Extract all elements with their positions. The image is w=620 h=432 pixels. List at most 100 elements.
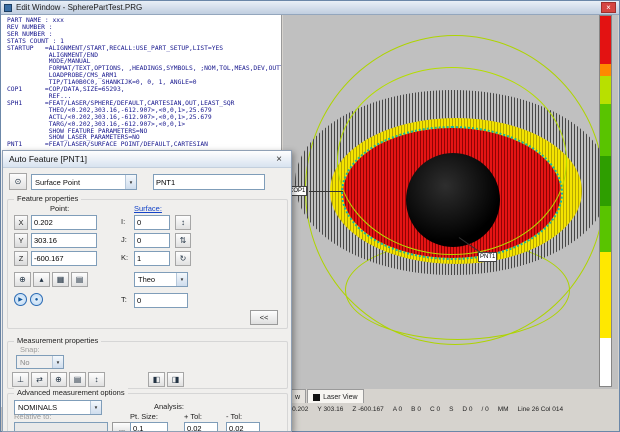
color-scale-segment bbox=[600, 206, 611, 252]
y-axis-tile[interactable]: Y bbox=[14, 233, 28, 248]
read-point-button[interactable]: ⊕ bbox=[14, 272, 31, 287]
record-icon: ● bbox=[35, 297, 39, 303]
k-label: K: bbox=[121, 253, 128, 262]
feature-type-value: Surface Point bbox=[35, 178, 80, 187]
probe-offset-button[interactable]: ⊕ bbox=[50, 372, 67, 387]
filter-left-button[interactable]: ◧ bbox=[148, 372, 165, 387]
view-tab-label: Laser View bbox=[323, 394, 358, 401]
flip-vector-icon: ↕ bbox=[181, 218, 185, 227]
pattern-icon: ▤ bbox=[76, 275, 84, 284]
snap-label: Snap: bbox=[20, 345, 40, 354]
color-scale-segment bbox=[600, 64, 611, 76]
status-field: B 0 bbox=[411, 406, 421, 413]
mesh-button[interactable]: ▤ bbox=[69, 372, 86, 387]
vector-i-input[interactable] bbox=[134, 215, 170, 230]
play-icon: ▶ bbox=[18, 296, 23, 303]
status-field: MM bbox=[498, 406, 509, 413]
relative-to-input[interactable] bbox=[14, 422, 108, 432]
color-scale-segment bbox=[600, 338, 611, 386]
point-z-input[interactable] bbox=[31, 251, 97, 266]
i-label: I: bbox=[121, 217, 125, 226]
plus-tol-input[interactable] bbox=[184, 422, 218, 432]
theo-select[interactable]: Theo ▼ bbox=[134, 272, 188, 287]
status-field: Z -600.167 bbox=[352, 406, 383, 413]
feature-name-input[interactable] bbox=[153, 174, 265, 190]
color-scale-segment bbox=[600, 252, 611, 338]
dialog-close-button[interactable]: × bbox=[273, 154, 285, 165]
sphere-feature bbox=[406, 153, 500, 247]
minus-tol-input[interactable] bbox=[226, 422, 260, 432]
view-tab-laser-view[interactable]: Laser View bbox=[307, 389, 364, 403]
pattern-button[interactable]: ▤ bbox=[71, 272, 88, 287]
pattern-icon: ▤ bbox=[74, 375, 82, 384]
status-field: S bbox=[449, 406, 453, 413]
browse-button[interactable]: ... bbox=[112, 422, 132, 432]
color-scale-segment bbox=[600, 16, 611, 64]
chevron-down-icon: ▼ bbox=[176, 273, 187, 286]
laser-view-icon bbox=[313, 394, 320, 401]
x-axis-tile[interactable]: X bbox=[14, 215, 28, 230]
measurement-properties-label: Measurement properties bbox=[14, 336, 101, 345]
surface-point-icon: ⊙ bbox=[15, 177, 22, 186]
chevron-down-icon: ▼ bbox=[90, 401, 101, 414]
vector-j-input[interactable] bbox=[134, 233, 170, 248]
window-close-button[interactable]: × bbox=[601, 2, 616, 13]
feature-type-icon-button[interactable]: ⊙ bbox=[9, 173, 27, 190]
minus-tol-label: - Tol: bbox=[226, 412, 242, 421]
flip-vector-icon: ↕ bbox=[95, 375, 99, 384]
measurement-properties-group: Measurement properties Snap: No ▼ ⊥ ⇄ ⊕ … bbox=[7, 341, 288, 389]
status-field: / 0 bbox=[482, 406, 489, 413]
grid-button[interactable]: ▦ bbox=[52, 272, 69, 287]
point-density-button[interactable]: ⊥ bbox=[12, 372, 29, 387]
chevron-down-icon: ▼ bbox=[52, 356, 63, 368]
window-title: Edit Window - SpherePartTest.PRG bbox=[16, 3, 142, 12]
measure-now-button[interactable]: ▶ bbox=[14, 293, 27, 306]
vector-mode-button[interactable]: ↕ bbox=[88, 372, 105, 387]
color-scale bbox=[599, 15, 612, 387]
filter-right-button[interactable]: ◨ bbox=[167, 372, 184, 387]
pnt1-label[interactable]: PNT1 bbox=[478, 252, 497, 262]
scan-direction-button[interactable]: ⇄ bbox=[31, 372, 48, 387]
color-scale-segment bbox=[600, 156, 611, 206]
collapse-button[interactable]: << bbox=[250, 310, 278, 325]
status-field: A 0 bbox=[393, 406, 402, 413]
record-button[interactable]: ● bbox=[30, 293, 43, 306]
z-axis-tile[interactable]: Z bbox=[14, 251, 28, 266]
perpendicular-icon: ⊥ bbox=[17, 375, 24, 384]
status-field: D 0 bbox=[462, 406, 472, 413]
editor-line: PNT1 =FEAT/LASER/SURFACE POINT/DEFAULT,C… bbox=[7, 142, 281, 149]
rotate-vector-icon: ↻ bbox=[180, 254, 187, 263]
point-x-input[interactable] bbox=[31, 215, 97, 230]
pt-size-label: Pt. Size: bbox=[130, 412, 158, 421]
swap-icon: ⇄ bbox=[36, 375, 43, 384]
app-icon bbox=[4, 4, 12, 12]
nominals-value: NOMINALS bbox=[18, 403, 57, 412]
cop1-leader-line bbox=[309, 191, 343, 192]
t-input[interactable] bbox=[134, 293, 188, 308]
feature-properties-label: Feature properties bbox=[14, 194, 81, 203]
view-tabs: wLaser View bbox=[289, 389, 364, 403]
t-label: T: bbox=[121, 295, 127, 304]
status-bar: X 0.202Y 303.16Z -600.167A 0B 0C 0SD 0/ … bbox=[286, 403, 618, 415]
analysis-label: Analysis: bbox=[154, 402, 184, 411]
dialog-title-bar[interactable]: Auto Feature [PNT1] × bbox=[3, 151, 291, 168]
find-nominals-button[interactable]: ▴ bbox=[33, 272, 50, 287]
window-title-bar[interactable]: Edit Window - SpherePartTest.PRG × bbox=[1, 1, 619, 15]
filter-left-icon: ◧ bbox=[153, 375, 161, 384]
advanced-options-group: Advanced measurement options NOMINALS ▼ … bbox=[7, 393, 288, 432]
plus-tol-label: + Tol: bbox=[184, 412, 202, 421]
point-y-input[interactable] bbox=[31, 233, 97, 248]
surface-label[interactable]: Surface: bbox=[134, 204, 162, 213]
vector-k-input[interactable] bbox=[134, 251, 170, 266]
point-label: Point: bbox=[50, 204, 69, 213]
flip-vector-button[interactable]: ↕ bbox=[175, 215, 191, 230]
advanced-options-label: Advanced measurement options bbox=[14, 388, 128, 397]
snap-select[interactable]: No ▼ bbox=[16, 355, 64, 369]
color-scale-segment bbox=[600, 104, 611, 156]
vector-spinner-button[interactable]: ⇅ bbox=[175, 233, 191, 248]
rotate-vector-button[interactable]: ↻ bbox=[175, 251, 191, 266]
graphics-view[interactable]: COP1 PNT1 bbox=[283, 15, 618, 389]
feature-type-select[interactable]: Surface Point ▼ bbox=[31, 174, 137, 190]
level-icon: ▴ bbox=[39, 275, 43, 284]
pt-size-input[interactable] bbox=[130, 422, 168, 432]
